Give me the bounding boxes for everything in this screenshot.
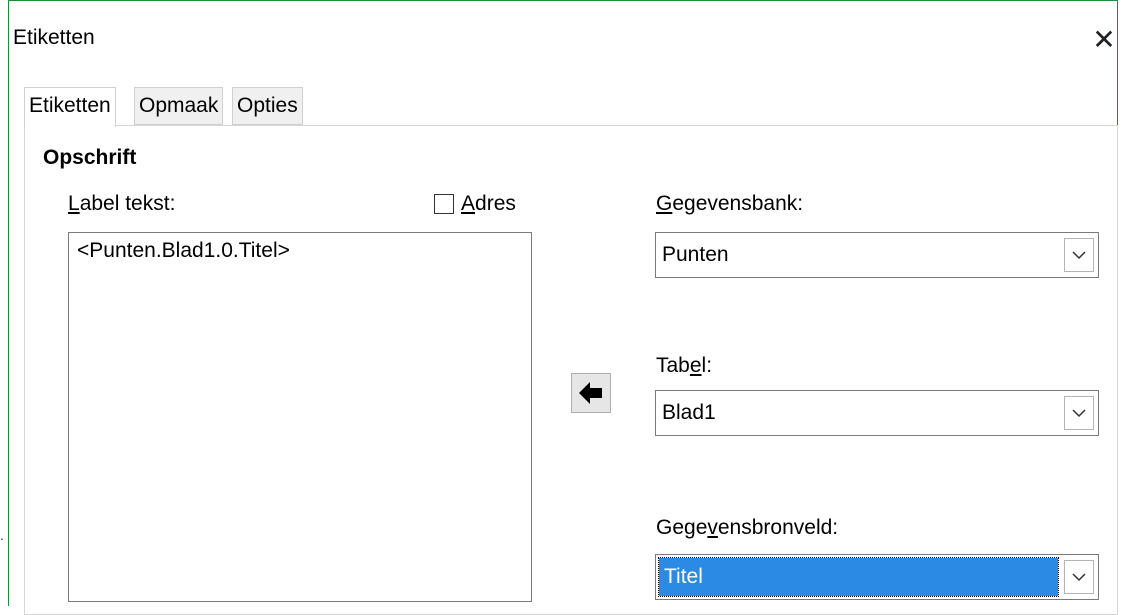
source-field-label: Gegevensbronveld: bbox=[656, 516, 839, 539]
tab-label: Etiketten bbox=[29, 94, 111, 117]
chevron-down-icon bbox=[1072, 408, 1086, 417]
close-icon: ✕ bbox=[1092, 24, 1116, 55]
tab-label: Opmaak bbox=[139, 94, 219, 117]
address-label[interactable]: Adres bbox=[461, 192, 516, 216]
label-text-label: Label tekst: bbox=[68, 192, 176, 215]
table-select[interactable]: Blad1 bbox=[655, 390, 1099, 436]
address-checkbox[interactable] bbox=[434, 194, 454, 214]
table-label: Tabel: bbox=[656, 354, 713, 377]
tab-opties[interactable]: Opties bbox=[232, 87, 303, 125]
database-select[interactable]: Punten bbox=[655, 232, 1099, 278]
tab-opmaak[interactable]: Opmaak bbox=[134, 87, 224, 125]
tab-label: Opties bbox=[237, 94, 298, 117]
chevron-down-icon bbox=[1072, 572, 1086, 581]
label-text-content: <Punten.Blad1.0.Titel> bbox=[77, 239, 290, 262]
source-field-select[interactable]: Titel bbox=[655, 554, 1099, 600]
dropdown-button[interactable] bbox=[1064, 238, 1094, 272]
insert-field-button[interactable] bbox=[571, 373, 611, 413]
section-heading: Opschrift bbox=[43, 146, 137, 169]
arrow-left-icon bbox=[579, 382, 602, 404]
database-label: Gegevensbank: bbox=[656, 192, 804, 215]
dropdown-button[interactable] bbox=[1064, 396, 1094, 430]
label-text-area[interactable]: <Punten.Blad1.0.Titel> bbox=[68, 232, 532, 602]
table-value: Blad1 bbox=[662, 401, 716, 424]
source-field-value: Titel bbox=[664, 565, 703, 588]
dropdown-button[interactable] bbox=[1064, 560, 1094, 594]
tab-etiketten[interactable]: Etiketten bbox=[24, 87, 116, 127]
selection-highlight bbox=[658, 557, 1059, 597]
chevron-down-icon bbox=[1072, 250, 1086, 259]
background-fragment: . bbox=[0, 527, 4, 543]
dialog-title: Etiketten bbox=[13, 26, 95, 49]
close-button[interactable]: ✕ bbox=[1090, 26, 1118, 54]
database-value: Punten bbox=[662, 243, 729, 266]
